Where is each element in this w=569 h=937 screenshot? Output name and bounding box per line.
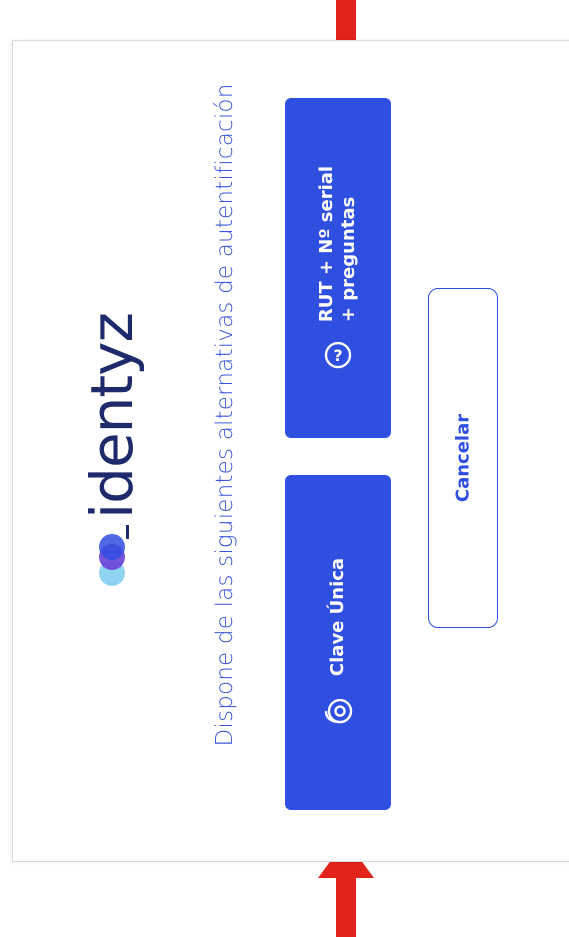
question-circle-icon: ? [324,341,352,369]
logo-text: identyz [78,313,146,519]
page: identyz Dispone de las siguientes altern… [0,0,569,937]
svg-text:?: ? [333,346,342,365]
cancel-label: Cancelar [452,413,474,503]
cancel-button[interactable]: Cancelar [428,288,498,628]
fingerprint-key-icon [324,698,353,723]
page-title: Dispone de las siguientes alternativas d… [212,83,238,747]
overlapping-circles-icon [99,524,129,586]
rut-serial-questions-button[interactable]: ? RUT + Nº serial + preguntas [285,98,391,438]
rut-button-label: RUT + Nº serial + preguntas [316,166,360,322]
clave-unica-button[interactable]: Clave Única [285,475,391,810]
rut-label-line2: + preguntas [338,196,359,323]
rut-label-line1: RUT + Nº serial [316,165,337,323]
clave-unica-label: Clave Única [327,557,348,676]
identyz-logo: identyz [78,300,146,600]
page-title-wrapper: Dispone de las siguientes alternativas d… [205,70,245,760]
